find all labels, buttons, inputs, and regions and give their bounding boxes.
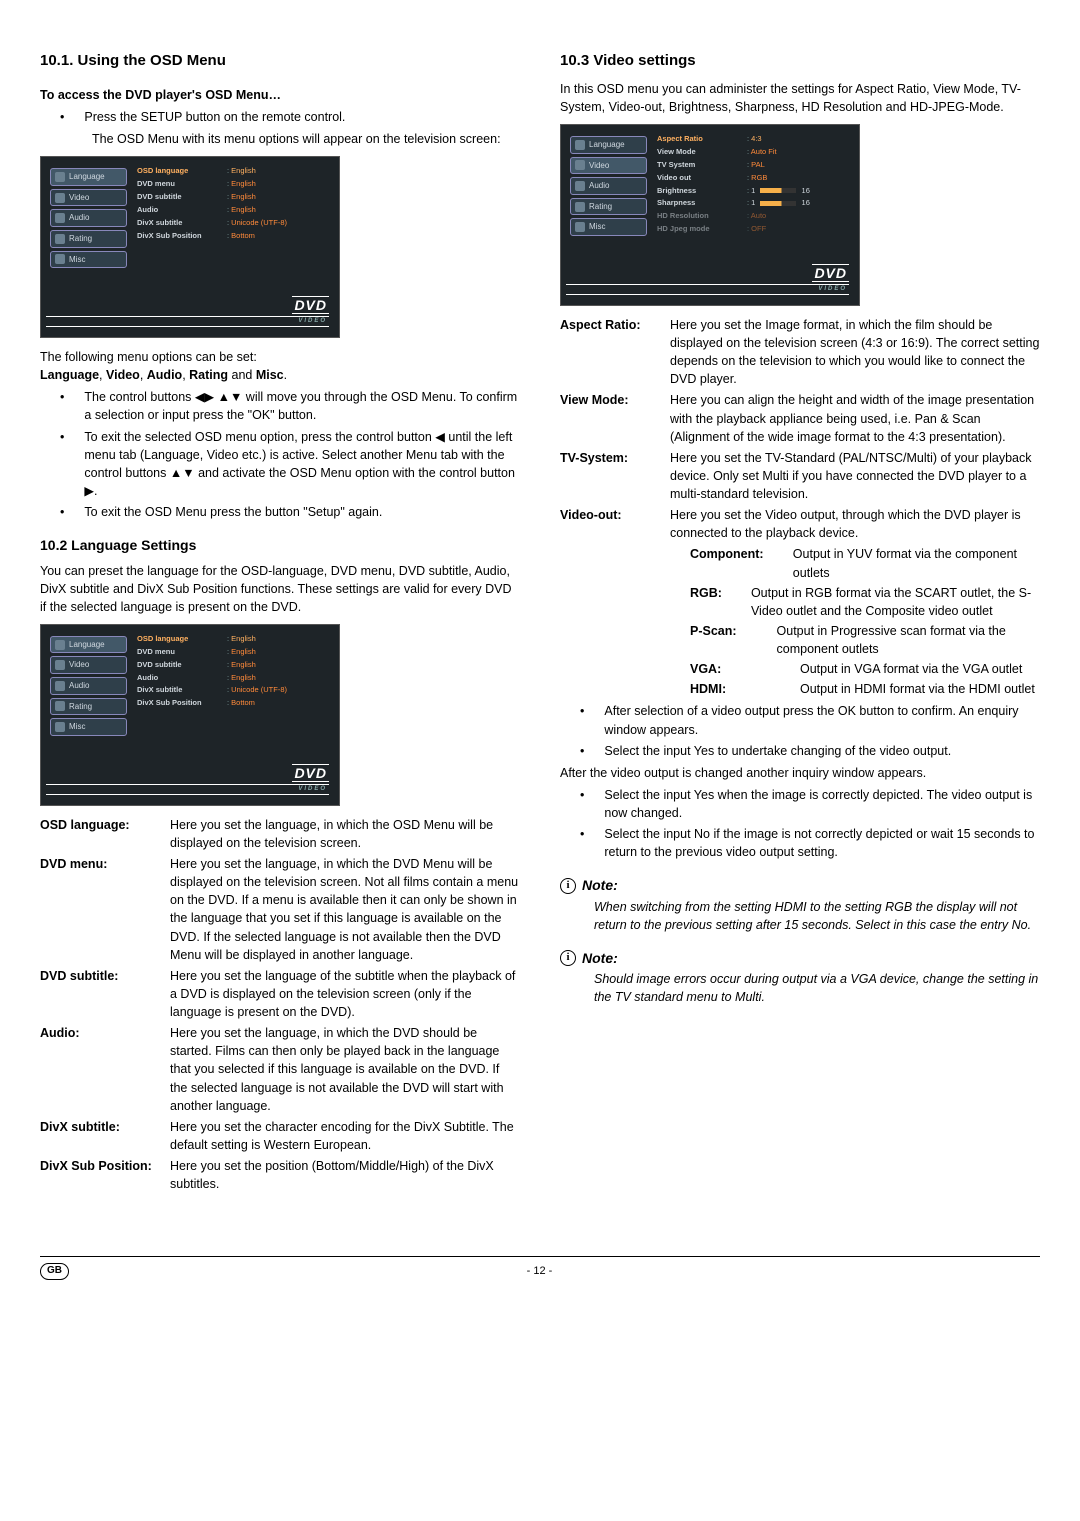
osd-screenshot-language-2: Language Video Audio Rating Misc OSD language… — [40, 624, 340, 806]
bullet-select-no: Select the input No if the image is not … — [560, 825, 1040, 861]
osd-tab: Video — [50, 189, 127, 207]
heading-10-1: 10.1. Using the OSD Menu — [40, 50, 520, 72]
right-column: 10.3 Video settings In this OSD menu you… — [560, 50, 1040, 1196]
note-1-body: When switching from the setting HDMI to … — [560, 898, 1040, 934]
osd-tab: Misc — [50, 718, 127, 736]
osd-tab: Language — [50, 636, 127, 654]
video-out-sublist: Component:Output in YUV format via the c… — [690, 545, 1040, 698]
osd-tab: Misc — [570, 218, 647, 236]
definition-row: OSD language:Here you set the language, … — [40, 816, 520, 852]
osd-row: HD Jpeg modeOFF — [657, 223, 849, 236]
osd-row: DivX Sub PositionBottom — [137, 230, 329, 243]
access-heading: To access the DVD player's OSD Menu… — [40, 86, 520, 104]
osd-row: HD ResolutionAuto — [657, 210, 849, 223]
bullet-confirm-ok: After selection of a video output press … — [560, 702, 1040, 738]
osd-tab: Video — [570, 157, 647, 175]
sublist-row: Component:Output in YUV format via the c… — [690, 545, 1040, 581]
osd-tab: Audio — [50, 209, 127, 227]
osd-row: Video outRGB — [657, 172, 849, 185]
sublist-row: RGB:Output in RGB format via the SCART o… — [690, 584, 1040, 620]
definition-row: DVD menu:Here you set the language, in w… — [40, 855, 520, 964]
following-options: The following menu options can be set: — [40, 348, 520, 366]
definition-row: Aspect Ratio:Here you set the Image form… — [560, 316, 1040, 389]
intro-10-3: In this OSD menu you can administer the … — [560, 80, 1040, 116]
osd-row: DVD subtitleEnglish — [137, 659, 329, 672]
definition-row: Video-out:Here you set the Video output,… — [560, 506, 1040, 542]
osd-row: DivX subtitleUnicode (UTF-8) — [137, 217, 329, 230]
osd-row: DivX subtitleUnicode (UTF-8) — [137, 684, 329, 697]
osd-tab: Language — [50, 168, 127, 186]
osd-tab: Audio — [570, 177, 647, 195]
osd-tab: Rating — [50, 230, 127, 248]
bullet-select-yes-change: Select the input Yes to undertake changi… — [560, 742, 1040, 760]
osd-tab: Rating — [570, 198, 647, 216]
definition-row: Audio:Here you set the language, in whic… — [40, 1024, 520, 1115]
note-2-body: Should image errors occur during output … — [560, 970, 1040, 1006]
definition-row: TV-System:Here you set the TV-Standard (… — [560, 449, 1040, 503]
language-definitions: OSD language:Here you set the language, … — [40, 816, 520, 1194]
bullet-select-yes: Select the input Yes when the image is c… — [560, 786, 1040, 822]
bullet-controls: The control buttons ◀▶ ▲▼ will move you … — [40, 388, 520, 424]
osd-row: OSD languageEnglish — [137, 633, 329, 646]
note-1-heading: i Note: — [560, 875, 1040, 895]
note-2-heading: i Note: — [560, 948, 1040, 968]
video-definitions: Aspect Ratio:Here you set the Image form… — [560, 316, 1040, 543]
gb-badge: GB — [40, 1263, 69, 1280]
osd-tab: Language — [570, 136, 647, 154]
osd-tab: Misc — [50, 251, 127, 269]
definition-row: DivX Sub Position:Here you set the posit… — [40, 1157, 520, 1193]
osd-row: DVD menuEnglish — [137, 178, 329, 191]
osd-row: Aspect Ratio4:3 — [657, 133, 849, 146]
osd-row: OSD languageEnglish — [137, 165, 329, 178]
heading-10-2: 10.2 Language Settings — [40, 535, 520, 555]
osd-row: Brightness1 16 — [657, 185, 849, 198]
heading-10-3: 10.3 Video settings — [560, 50, 1040, 72]
osd-row: DVD subtitleEnglish — [137, 191, 329, 204]
osd-tab: Audio — [50, 677, 127, 695]
osd-row: DVD menuEnglish — [137, 646, 329, 659]
bullet-exit-option: To exit the selected OSD menu option, pr… — [40, 428, 520, 501]
osd-row: TV SystemPAL — [657, 159, 849, 172]
osd-tab: Video — [50, 656, 127, 674]
definition-row: DVD subtitle:Here you set the language o… — [40, 967, 520, 1021]
after-change-line: After the video output is changed anothe… — [560, 764, 1040, 782]
p-10-2: You can preset the language for the OSD-… — [40, 562, 520, 616]
definition-row: View Mode:Here you can align the height … — [560, 391, 1040, 445]
page-footer: GB - 12 - — [40, 1256, 1040, 1280]
osd-row: AudioEnglish — [137, 204, 329, 217]
definition-row: DivX subtitle:Here you set the character… — [40, 1118, 520, 1154]
osd-screenshot-language: Language Video Audio Rating Misc OSD language… — [40, 156, 340, 338]
osd-row: View ModeAuto Fit — [657, 146, 849, 159]
sublist-row: HDMI:Output in HDMI format via the HDMI … — [690, 680, 1040, 698]
osd-tab: Rating — [50, 698, 127, 716]
osd-row: DivX Sub PositionBottom — [137, 697, 329, 710]
osd-row: AudioEnglish — [137, 672, 329, 685]
osd-screenshot-video: Language Video Audio Rating Misc Aspect Ratio… — [560, 124, 860, 306]
left-column: 10.1. Using the OSD Menu To access the D… — [40, 50, 520, 1196]
sublist-row: P-Scan:Output in Progressive scan format… — [690, 622, 1040, 658]
osd-row: Sharpness1 16 — [657, 197, 849, 210]
option-list: Language, Video, Audio, Rating and Misc. — [40, 366, 520, 384]
sublist-row: VGA:Output in VGA format via the VGA out… — [690, 660, 1040, 678]
bullet-exit-menu: To exit the OSD Menu press the button "S… — [40, 503, 520, 521]
info-icon: i — [560, 950, 576, 966]
press-setup-continuation: The OSD Menu with its menu options will … — [40, 130, 520, 148]
info-icon: i — [560, 878, 576, 894]
page-number: - 12 - — [527, 1264, 553, 1280]
bullet-press-setup: Press the SETUP button on the remote con… — [40, 108, 520, 126]
